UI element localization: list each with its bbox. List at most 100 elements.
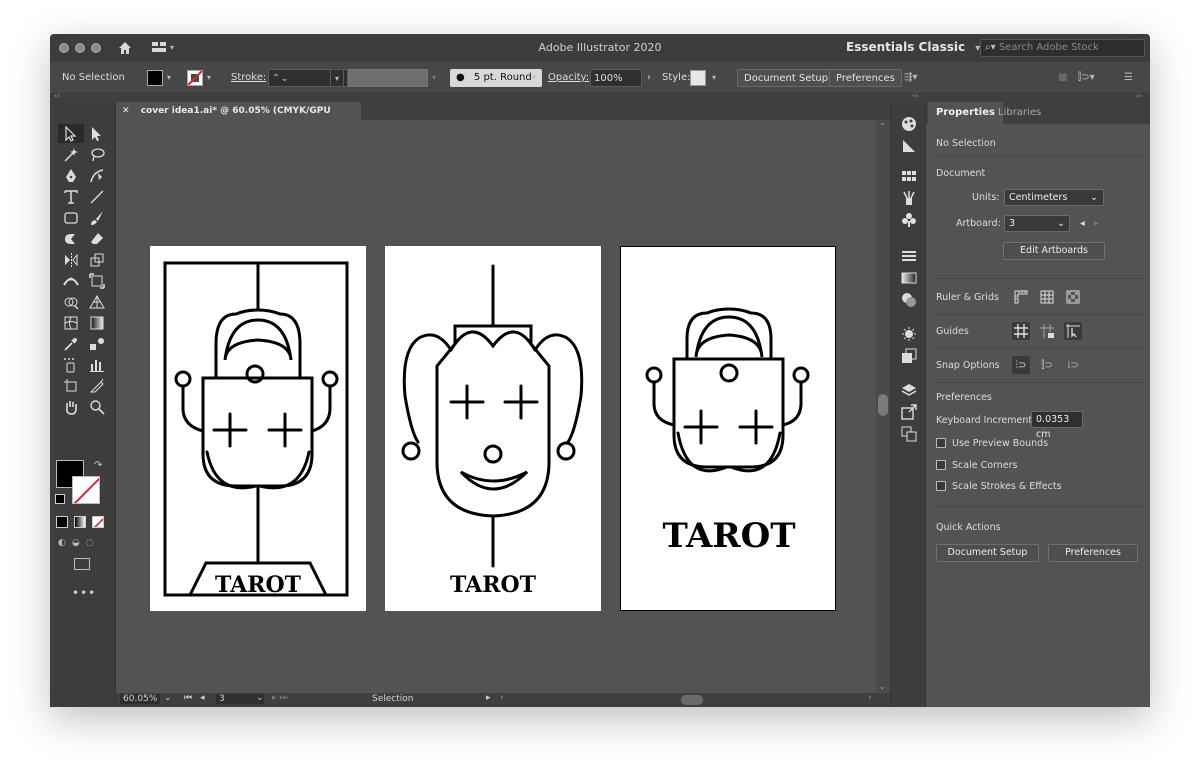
brushes-icon[interactable] (901, 190, 917, 206)
color-mode-icon[interactable] (56, 516, 68, 528)
zoom-tool-icon[interactable] (84, 397, 110, 416)
symbols-icon[interactable] (901, 212, 917, 228)
fill-swatch[interactable] (147, 70, 163, 88)
next-artboard-icon[interactable]: ▸ (1094, 218, 1099, 229)
artboard-3[interactable]: TAROT (620, 246, 836, 611)
expand-panel-icon[interactable]: ›› (1136, 91, 1142, 100)
stroke-swatch[interactable] (187, 70, 203, 88)
status-menu-icon[interactable]: ▸ (486, 693, 491, 703)
color-panel-icon[interactable] (901, 116, 917, 132)
artboard-tool-icon[interactable] (58, 376, 84, 395)
quick-preferences-button[interactable]: Preferences (1048, 544, 1138, 562)
drawing-modes-icon[interactable]: ◐◒◌ (58, 538, 100, 548)
shape-builder-tool-icon[interactable] (58, 292, 84, 311)
zoom-level-field[interactable]: 60.05% (120, 694, 161, 704)
units-dropdown[interactable]: Centimeters ⌄ (1004, 189, 1104, 206)
selection-tool-icon[interactable] (58, 124, 84, 143)
mesh-tool-icon[interactable] (58, 313, 84, 332)
tab-libraries[interactable]: Libraries (990, 102, 1049, 124)
artboard-dropdown[interactable]: 3 ⌄ (1004, 215, 1070, 232)
previous-artboard-icon[interactable]: ◂ (200, 693, 205, 703)
quick-document-setup-button[interactable]: Document Setup (936, 544, 1039, 562)
horizontal-scroll-thumb[interactable] (681, 695, 703, 705)
stepper-icon[interactable]: ⌃⌄ (269, 73, 289, 84)
artboard-2[interactable]: TAROT (385, 246, 601, 611)
previous-artboard-icon[interactable]: ◂ (1080, 218, 1085, 229)
symbol-sprayer-tool-icon[interactable] (58, 355, 84, 374)
preferences-button[interactable]: Preferences (829, 69, 902, 87)
slice-tool-icon[interactable] (84, 376, 110, 395)
layers-icon[interactable] (901, 382, 917, 398)
swatches-icon[interactable] (901, 168, 917, 184)
vertical-scroll-thumb[interactable] (878, 394, 888, 416)
none-mode-icon[interactable] (92, 516, 104, 528)
gradient-tool-icon[interactable] (84, 313, 110, 332)
opacity-label[interactable]: Opacity: (548, 69, 589, 87)
magic-wand-tool-icon[interactable] (58, 145, 84, 164)
line-segment-tool-icon[interactable] (84, 187, 110, 206)
brush-definition-dropdown[interactable]: ● 5 pt. Round (450, 69, 542, 87)
snap-to-pixel-icon[interactable]: ⫿⊃ (1038, 356, 1056, 374)
align-options-icon[interactable]: ⇶▾ (904, 69, 917, 87)
perspective-grid-tool-icon[interactable] (84, 292, 110, 311)
chevron-down-icon[interactable]: ▾ (532, 69, 536, 87)
export-assets-icon[interactable] (901, 404, 917, 420)
stock-search-input[interactable]: ⌕▾ Search Adobe Stock (980, 39, 1145, 57)
transparency-grid-icon[interactable] (1064, 288, 1082, 306)
shaper-tool-icon[interactable] (58, 229, 84, 248)
paintbrush-tool-icon[interactable] (84, 208, 110, 227)
vertical-scrollbar[interactable]: ⌃ ⌄ (876, 120, 890, 693)
appearance-icon[interactable] (901, 326, 917, 342)
stroke-label[interactable]: Stroke: (231, 69, 266, 87)
show-guides-icon[interactable] (1012, 322, 1030, 340)
eyedropper-tool-icon[interactable] (58, 334, 84, 353)
close-tab-icon[interactable]: ✕ (122, 106, 130, 116)
artboards-panel-icon[interactable] (901, 426, 917, 442)
scroll-up-icon[interactable]: ⌃ (879, 122, 886, 131)
snap-to-point-icon[interactable]: ⫶⊃ (1012, 356, 1030, 374)
lasso-tool-icon[interactable] (84, 145, 110, 164)
ruler-icon[interactable] (1012, 288, 1030, 306)
next-artboard-icon[interactable]: ▸ ⏭ (272, 693, 287, 703)
eraser-tool-icon[interactable] (84, 229, 110, 248)
gradient-panel-icon[interactable] (901, 270, 917, 286)
snap-icon[interactable]: ⫿⊃▾ (1078, 69, 1095, 87)
document-tab[interactable]: ✕ cover idea1.ai* @ 60.05% (CMYK/GPU Pre… (116, 102, 361, 134)
column-graph-tool-icon[interactable] (84, 355, 110, 374)
document-setup-button[interactable]: Document Setup (737, 69, 836, 87)
lock-guides-icon[interactable] (1038, 322, 1056, 340)
keyboard-increment-field[interactable]: 0.0353 cm (1031, 411, 1083, 440)
chevron-down-icon[interactable]: ▾ (432, 69, 436, 87)
scroll-right-icon[interactable]: › (868, 693, 872, 703)
chevron-down-icon[interactable]: ▾ (207, 69, 211, 87)
opacity-field[interactable]: 100% (590, 69, 642, 87)
chevron-down-icon[interactable]: ▾ (167, 69, 171, 87)
edit-artboards-button[interactable]: Edit Artboards (1003, 242, 1105, 260)
graphic-styles-icon[interactable] (901, 348, 917, 364)
variable-width-profile[interactable] (348, 69, 428, 87)
hand-tool-icon[interactable] (58, 397, 84, 416)
rectangle-tool-icon[interactable] (58, 208, 84, 227)
canvas[interactable]: TAROT TAROT TAROT (116, 120, 876, 693)
blend-tool-icon[interactable] (84, 334, 110, 353)
snap-to-glyph-icon[interactable]: ⁞⊃ (1064, 356, 1082, 374)
transform-icon[interactable]: ▦ (1058, 69, 1067, 87)
chevron-down-icon[interactable]: ▾ (712, 69, 716, 87)
edit-toolbar-icon[interactable]: ••• (72, 586, 96, 600)
first-artboard-icon[interactable]: ⏮ (184, 693, 192, 703)
stroke-weight-dropdown[interactable]: ▾ (330, 69, 344, 87)
chevron-down-icon[interactable]: ⌄ (256, 693, 264, 703)
reflect-tool-icon[interactable] (58, 250, 84, 269)
stroke-color-swatch[interactable] (72, 476, 100, 504)
type-tool-icon[interactable] (58, 187, 84, 206)
curvature-tool-icon[interactable] (84, 166, 110, 185)
default-colors-icon[interactable] (55, 494, 65, 504)
graphic-style-swatch[interactable] (690, 70, 706, 88)
gradient-mode-icon[interactable] (74, 516, 86, 528)
scale-corners-checkbox[interactable] (936, 460, 946, 470)
panel-menu-icon[interactable]: ☰ (1124, 69, 1133, 87)
transparency-icon[interactable] (901, 292, 917, 308)
use-preview-bounds-checkbox[interactable] (936, 438, 946, 448)
stroke-panel-icon[interactable] (901, 248, 917, 264)
pen-tool-icon[interactable] (58, 166, 84, 185)
